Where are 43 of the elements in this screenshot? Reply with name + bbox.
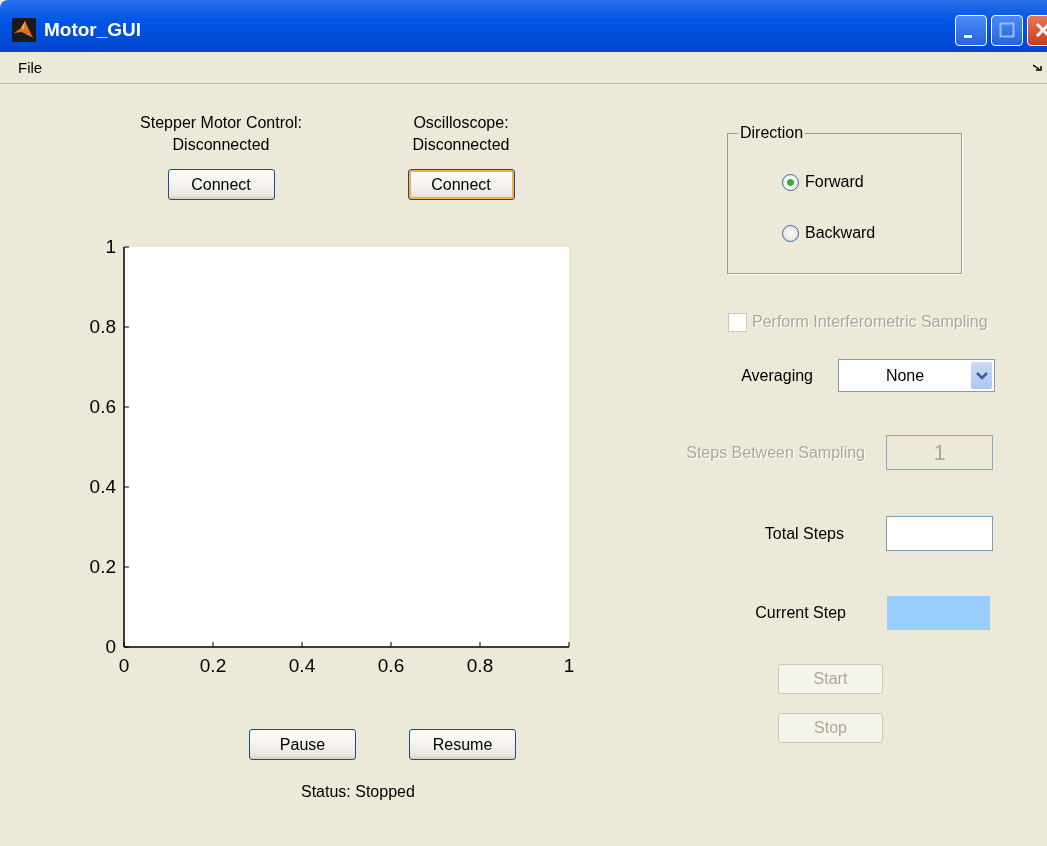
app-icon [12, 18, 36, 42]
steps-between-label: Steps Between Sampling [685, 443, 866, 462]
current-step-label: Current Step [754, 604, 847, 622]
radio-label: Forward [805, 173, 864, 191]
averaging-label: Averaging [740, 366, 814, 385]
status-text: Status: Stopped [301, 782, 416, 802]
y-tick-label: 0.8 [89, 316, 116, 337]
radio-button[interactable] [782, 224, 799, 242]
connect-button[interactable]: Connect [407, 169, 515, 200]
menu-item[interactable]: File [18, 59, 43, 76]
y-tick-label: 0 [105, 636, 116, 657]
y-tick-label: 0.6 [89, 396, 116, 417]
playback-button[interactable]: Resume [409, 729, 516, 760]
x-tick-label: 0.8 [466, 655, 494, 676]
chevron-down-icon [975, 371, 988, 380]
x-tick-label: 1 [563, 655, 575, 676]
y-tick-label: 0.4 [89, 476, 116, 497]
playback-button[interactable]: Pause [249, 729, 356, 760]
averaging-dropdown[interactable]: None [838, 359, 995, 392]
total-steps-field[interactable] [886, 516, 993, 551]
radio-button[interactable] [782, 173, 799, 191]
minimize-button[interactable] [955, 14, 987, 46]
total-steps-label: Total Steps [763, 524, 845, 543]
radio-label: Backward [805, 224, 876, 242]
close-icon [1035, 22, 1047, 38]
dock-arrow-icon[interactable] [1033, 63, 1043, 72]
y-tick-label: 1 [105, 236, 116, 257]
maximize-button[interactable] [991, 14, 1023, 46]
connection-status: Disconnected [172, 135, 270, 155]
window-title: Motor_GUI [44, 19, 142, 41]
x-tick-label: 0.2 [199, 655, 227, 676]
group-title: Direction [739, 124, 805, 142]
connect-button[interactable]: Connect [167, 169, 275, 200]
maximize-icon [999, 22, 1015, 38]
x-tick-label: 0 [118, 655, 130, 676]
connection-label: Stepper Motor Control: [140, 113, 302, 133]
x-tick-label: 0.6 [377, 655, 405, 676]
connection-status: Disconnected [412, 135, 510, 155]
y-tick-label: 0.2 [89, 556, 116, 577]
checkbox-label: Perform Interferometric Sampling [752, 313, 988, 331]
minimize-icon [964, 34, 972, 38]
connection-label: Oscilloscope: [413, 113, 509, 133]
x-tick-label: 0.4 [288, 655, 316, 676]
